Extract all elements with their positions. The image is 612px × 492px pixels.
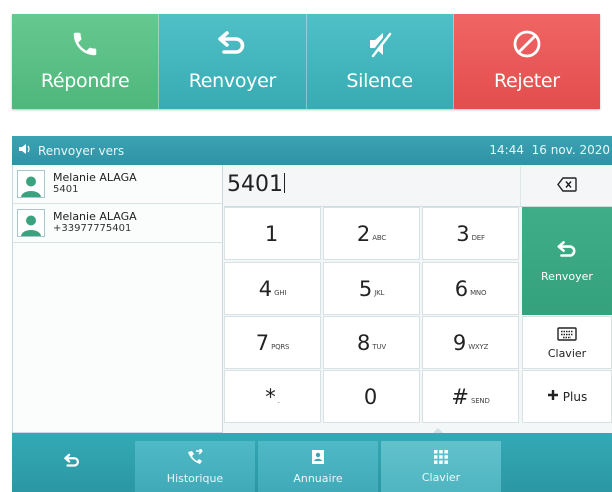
- key-letters: JKL: [374, 288, 385, 297]
- key-letters: TUV: [372, 342, 386, 351]
- key-1[interactable]: 1: [224, 207, 321, 260]
- forward-button[interactable]: Renvoyer: [159, 14, 307, 109]
- key-digit: 6: [454, 276, 469, 301]
- tab-history-label: Historique: [166, 471, 224, 485]
- phone-icon: [65, 24, 105, 64]
- key-2[interactable]: 2 ABC: [323, 207, 420, 260]
- contact-list: Melanie ALAGA 5401 Melanie ALAGA +339777…: [12, 165, 223, 433]
- key-letters: ABC: [372, 233, 387, 242]
- key-digit: 7: [255, 330, 270, 355]
- list-item[interactable]: Melanie ALAGA 5401: [13, 165, 222, 204]
- incoming-call-actions: Répondre Renvoyer Silence Rejeter: [12, 14, 600, 109]
- key-digit: 9: [452, 330, 467, 355]
- clock-time: 14:44: [489, 143, 524, 157]
- screen-body: Melanie ALAGA 5401 Melanie ALAGA +339777…: [12, 165, 612, 433]
- key-6[interactable]: 6 MNO: [422, 262, 519, 315]
- tab-directory[interactable]: Annuaire: [258, 441, 378, 492]
- key-3[interactable]: 3 DEF: [422, 207, 519, 260]
- reject-label: Rejeter: [493, 70, 560, 92]
- softkey-bar: Historique Annuaire Clavier: [12, 433, 612, 492]
- key-digit: 5: [358, 276, 373, 301]
- back-button[interactable]: [12, 433, 132, 492]
- screen-title: Renvoyer vers: [38, 143, 125, 158]
- key-5[interactable]: 5 JKL: [323, 262, 420, 315]
- status-bar: Renvoyer vers 14:44 16 nov. 2020: [12, 136, 612, 165]
- more-label: Plus: [562, 389, 588, 404]
- key-digit: 3: [456, 221, 470, 246]
- tab-history[interactable]: Historique: [135, 441, 255, 492]
- key-digit: 8: [357, 330, 371, 355]
- forward-screen: Renvoyer vers 14:44 16 nov. 2020 Melanie…: [12, 136, 612, 492]
- backspace-button[interactable]: [520, 166, 612, 206]
- key-digit: 2: [356, 221, 371, 246]
- reject-button[interactable]: Rejeter: [453, 14, 600, 109]
- key-8[interactable]: 8 TUV: [323, 316, 420, 369]
- silence-label: Silence: [346, 70, 413, 92]
- contact-name: Melanie ALAGA: [53, 171, 137, 184]
- dial-keypad: 1 2 ABC 3 DEF 4 GHI 5 JKL 6 MNO 7 PQRS 8 TUV 9W…: [224, 207, 520, 423]
- number-entry[interactable]: 5401: [224, 165, 612, 207]
- forward-arrow-icon: [212, 24, 252, 64]
- key-digit: 0: [363, 384, 378, 409]
- key-7[interactable]: 7 PQRS: [224, 316, 321, 369]
- side-keys: Renvoyer Clavier Plus: [522, 207, 612, 423]
- tab-keypad[interactable]: Clavier: [381, 441, 501, 492]
- tab-directory-label: Annuaire: [293, 471, 343, 485]
- datetime: 14:44 16 nov. 2020: [489, 143, 610, 157]
- contact-name: Melanie ALAGA: [53, 210, 137, 223]
- silence-button[interactable]: Silence: [306, 14, 454, 109]
- answer-button[interactable]: Répondre: [12, 14, 160, 109]
- speaker-icon: [18, 143, 32, 158]
- key-letters: PQRS: [271, 342, 290, 351]
- keypad-grid-icon: [434, 449, 448, 467]
- keyboard-label: Clavier: [547, 346, 587, 360]
- forward-label: Renvoyer: [188, 70, 277, 92]
- keyboard-icon: [557, 326, 577, 345]
- plus-icon: [547, 389, 559, 404]
- keyboard-button[interactable]: Clavier: [522, 316, 612, 369]
- number-input[interactable]: 5401: [227, 172, 283, 197]
- prohibited-icon: [507, 24, 547, 64]
- mute-icon: [360, 24, 400, 64]
- contact-number: +33977775401: [53, 223, 132, 234]
- avatar: [17, 170, 45, 198]
- confirm-forward-button[interactable]: Renvoyer: [522, 207, 612, 315]
- key-9[interactable]: 9 WXYZ: [422, 316, 519, 369]
- key-digit: *: [265, 384, 276, 409]
- back-arrow-icon: [63, 453, 81, 472]
- avatar: [17, 209, 45, 237]
- key-digit: #: [451, 384, 469, 409]
- key-letters: SEND: [470, 396, 490, 405]
- forward-arrow-icon: [556, 240, 578, 264]
- call-history-icon: [185, 446, 205, 468]
- key-digit: 4: [258, 276, 273, 301]
- app-root: Répondre Renvoyer Silence Rejeter Renvoy…: [0, 0, 612, 492]
- key-digit: 1: [264, 221, 279, 246]
- key-hash[interactable]: # SEND: [422, 370, 519, 423]
- backspace-icon: [556, 176, 577, 196]
- key-letters: .: [277, 396, 280, 405]
- confirm-forward-label: Renvoyer: [541, 269, 593, 283]
- contact-number: 5401: [53, 184, 79, 195]
- key-letters: WXYZ: [468, 342, 489, 351]
- list-item[interactable]: Melanie ALAGA +33977775401: [13, 204, 222, 243]
- answer-label: Répondre: [40, 70, 130, 92]
- key-letters: MNO: [470, 288, 487, 297]
- more-button[interactable]: Plus: [522, 370, 612, 423]
- address-book-icon: [311, 449, 325, 468]
- text-caret: [284, 173, 285, 193]
- key-letters: GHI: [274, 288, 287, 297]
- tab-keypad-label: Clavier: [421, 470, 461, 484]
- key-0[interactable]: 0: [323, 370, 420, 423]
- key-letters: DEF: [471, 233, 485, 242]
- clock-date: 16 nov. 2020: [531, 143, 610, 157]
- key-star[interactable]: *.: [224, 370, 321, 423]
- key-4[interactable]: 4 GHI: [224, 262, 321, 315]
